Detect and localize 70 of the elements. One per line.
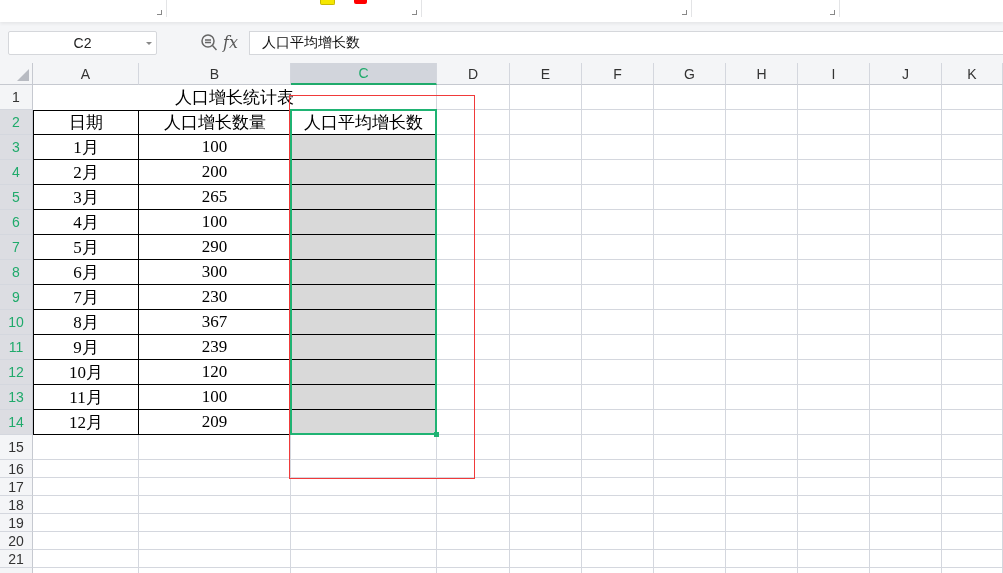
table-cell: 120 (139, 360, 291, 385)
column-header[interactable]: J (870, 63, 942, 85)
row-header[interactable]: 1 (0, 85, 33, 110)
table-cell: 12月 (33, 410, 139, 435)
highlight-color-icon[interactable] (320, 0, 335, 5)
table-cell: 367 (139, 310, 291, 335)
fill-handle[interactable] (434, 432, 439, 437)
column-heading-cell: 日期 (33, 110, 139, 135)
table-cell: 8月 (33, 310, 139, 335)
table-cell: 7月 (33, 285, 139, 310)
select-all-corner[interactable] (0, 63, 33, 85)
empty-cell[interactable] (291, 285, 437, 310)
column-header[interactable]: F (582, 63, 654, 85)
column-heading-cell: 人口增长数量 (139, 110, 291, 135)
table-cell: 9月 (33, 335, 139, 360)
table-cell: 230 (139, 285, 291, 310)
empty-cell[interactable] (291, 210, 437, 235)
dropdown-caret-icon (146, 41, 152, 45)
font-color-icon[interactable] (354, 0, 367, 4)
column-header[interactable]: H (726, 63, 798, 85)
table-cell: 239 (139, 335, 291, 360)
table-cell: 300 (139, 260, 291, 285)
function-button[interactable]: fx (223, 33, 245, 52)
group-expander-icon[interactable] (830, 10, 835, 15)
table-title: 人口增长统计表 (33, 85, 437, 110)
table-cell: 100 (139, 385, 291, 410)
table-cell: 265 (139, 185, 291, 210)
table-cell: 6月 (33, 260, 139, 285)
name-box[interactable]: C2 (8, 30, 157, 55)
column-header[interactable]: A (33, 63, 139, 85)
table-cell: 5月 (33, 235, 139, 260)
group-expander-icon[interactable] (412, 10, 417, 15)
group-expander-icon[interactable] (157, 10, 162, 15)
row-header[interactable]: 17 (0, 478, 33, 496)
empty-cell[interactable] (291, 185, 437, 210)
row-header[interactable]: 19 (0, 514, 33, 532)
column-header[interactable]: G (654, 63, 726, 85)
table-cell: 209 (139, 410, 291, 435)
empty-cell[interactable] (291, 335, 437, 360)
row-header[interactable]: 15 (0, 435, 33, 460)
row-header[interactable]: 18 (0, 496, 33, 514)
table-cell: 11月 (33, 385, 139, 410)
table-cell: 10月 (33, 360, 139, 385)
row-header[interactable]: 20 (0, 532, 33, 550)
empty-cell[interactable] (291, 310, 437, 335)
table-cell: 200 (139, 160, 291, 185)
table-cell: 2月 (33, 160, 139, 185)
empty-cell[interactable] (291, 235, 437, 260)
column-header[interactable]: B (139, 63, 291, 85)
group-expander-icon[interactable] (682, 10, 687, 15)
empty-cell[interactable] (291, 385, 437, 410)
row-header[interactable]: 21 (0, 550, 33, 568)
formula-input-field[interactable]: 人口平均增长数 (249, 30, 1003, 55)
table-cell: 290 (139, 235, 291, 260)
table-cell: 100 (139, 135, 291, 160)
empty-cell[interactable] (291, 160, 437, 185)
table-cell: 100 (139, 210, 291, 235)
triangle-icon (17, 69, 29, 81)
column-header[interactable]: K (942, 63, 1003, 85)
table-cell: 1月 (33, 135, 139, 160)
table-cell: 4月 (33, 210, 139, 235)
column-header[interactable]: D (437, 63, 510, 85)
zoom-icon[interactable] (201, 34, 217, 51)
empty-cell[interactable] (291, 260, 437, 285)
table-cell: 3月 (33, 185, 139, 210)
empty-cell[interactable] (291, 360, 437, 385)
row-header[interactable]: 16 (0, 460, 33, 478)
column-header[interactable]: E (510, 63, 582, 85)
column-header[interactable]: I (798, 63, 870, 85)
empty-cell[interactable] (291, 135, 437, 160)
